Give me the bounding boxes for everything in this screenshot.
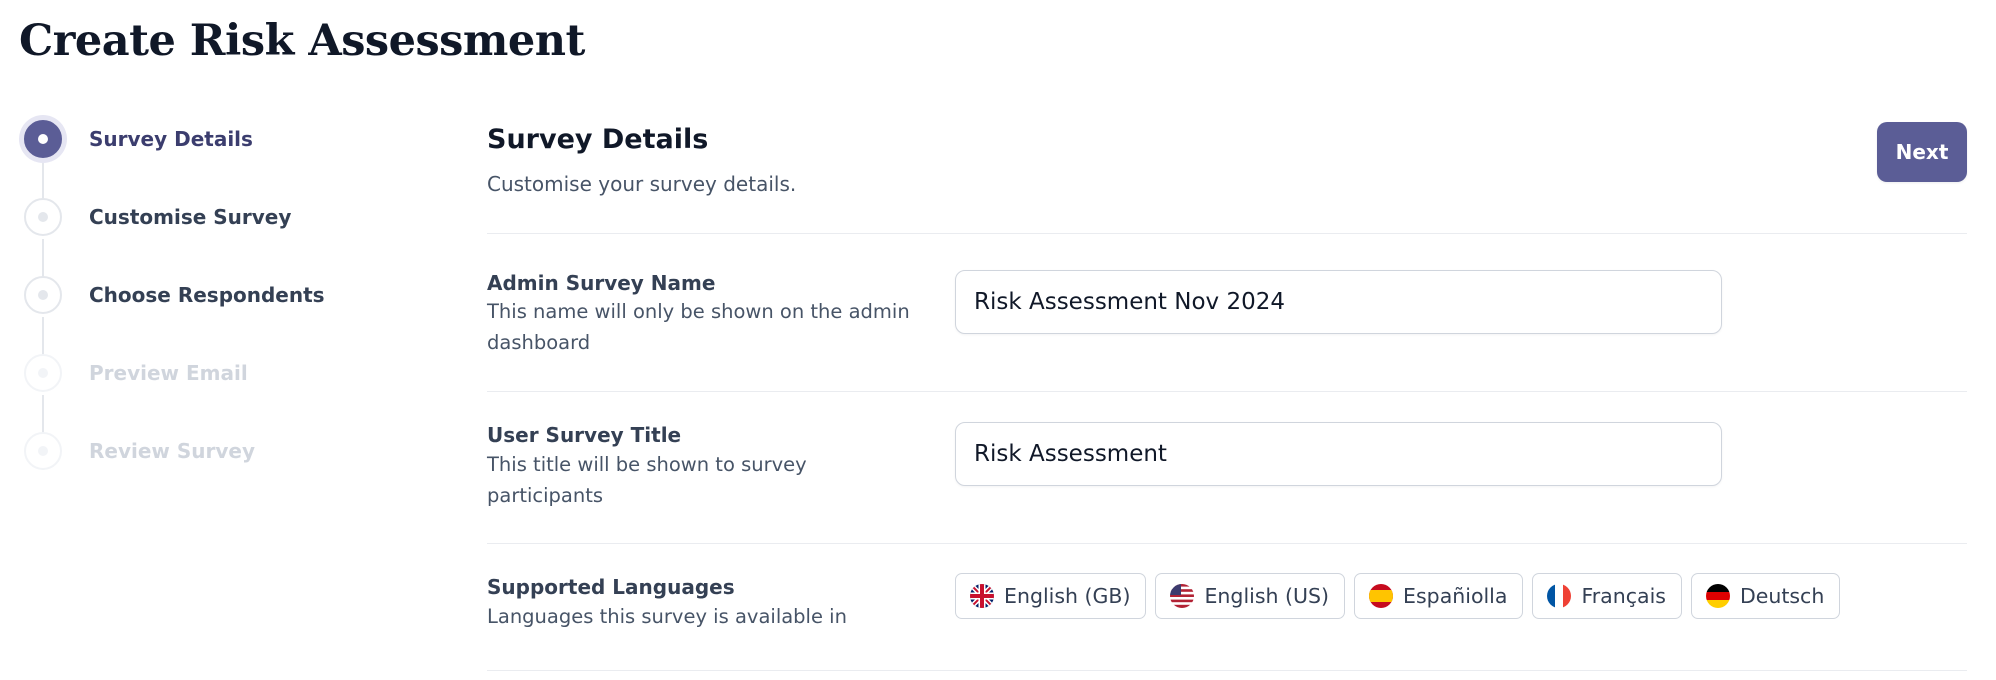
uk-flag-icon — [970, 584, 994, 608]
step-choose-respondents[interactable]: Choose Respondents — [22, 273, 325, 317]
language-label: English (GB) — [1004, 584, 1131, 608]
section-title: Survey Details — [487, 124, 709, 155]
supported-languages-hint: Languages this survey is available in — [487, 605, 847, 628]
step-label: Customise Survey — [89, 205, 292, 229]
divider — [487, 391, 1967, 392]
admin-survey-name-label: Admin Survey Name — [487, 271, 716, 295]
divider — [487, 233, 1967, 234]
divider — [487, 543, 1967, 544]
step-label: Preview Email — [89, 361, 248, 385]
language-label: Français — [1581, 584, 1666, 608]
divider — [487, 670, 1967, 671]
step-preview-email: Preview Email — [22, 351, 248, 395]
survey-details-panel: Survey Details Customise your survey det… — [487, 0, 1967, 680]
step-disabled-icon — [24, 432, 62, 470]
admin-survey-name-input[interactable] — [955, 270, 1722, 334]
step-pending-icon — [24, 198, 62, 236]
step-label: Choose Respondents — [89, 283, 325, 307]
user-survey-title-label: User Survey Title — [487, 423, 682, 447]
spain-flag-icon — [1369, 584, 1394, 608]
language-chip-spanish[interactable]: Españiolla — [1354, 573, 1524, 619]
step-pending-icon — [24, 276, 62, 314]
user-survey-title-hint: This title will be shown to survey parti… — [487, 453, 807, 507]
language-chip-german[interactable]: Deutsch — [1690, 573, 1841, 619]
survey-stepper: Survey Details Customise Survey Choose R… — [22, 120, 382, 584]
language-chip-french[interactable]: Français — [1532, 573, 1682, 619]
admin-survey-name-hint: This name will only be shown on the admi… — [487, 300, 910, 354]
step-label: Review Survey — [89, 439, 256, 463]
us-flag-icon — [1170, 584, 1195, 608]
language-list: English (GB) English (US) Españiolla Fra… — [955, 573, 1841, 619]
step-survey-details[interactable]: Survey Details — [22, 117, 253, 161]
step-review-survey: Review Survey — [22, 429, 255, 473]
germany-flag-icon — [1705, 584, 1730, 608]
user-survey-title-input[interactable] — [955, 422, 1722, 486]
language-label: English (US) — [1204, 584, 1330, 608]
step-label: Survey Details — [89, 127, 253, 151]
language-chip-english-us[interactable]: English (US) — [1155, 573, 1346, 619]
france-flag-icon — [1547, 584, 1572, 608]
section-subtitle: Customise your survey details. — [487, 172, 797, 196]
supported-languages-label: Supported Languages — [487, 575, 735, 599]
step-customise-survey[interactable]: Customise Survey — [22, 195, 291, 239]
language-label: Españiolla — [1403, 584, 1508, 608]
language-chip-english-gb[interactable]: English (GB) — [955, 573, 1147, 619]
step-disabled-icon — [24, 354, 62, 392]
language-label: Deutsch — [1739, 584, 1825, 608]
step-current-icon — [24, 120, 62, 158]
next-button[interactable]: Next — [1877, 122, 1967, 182]
